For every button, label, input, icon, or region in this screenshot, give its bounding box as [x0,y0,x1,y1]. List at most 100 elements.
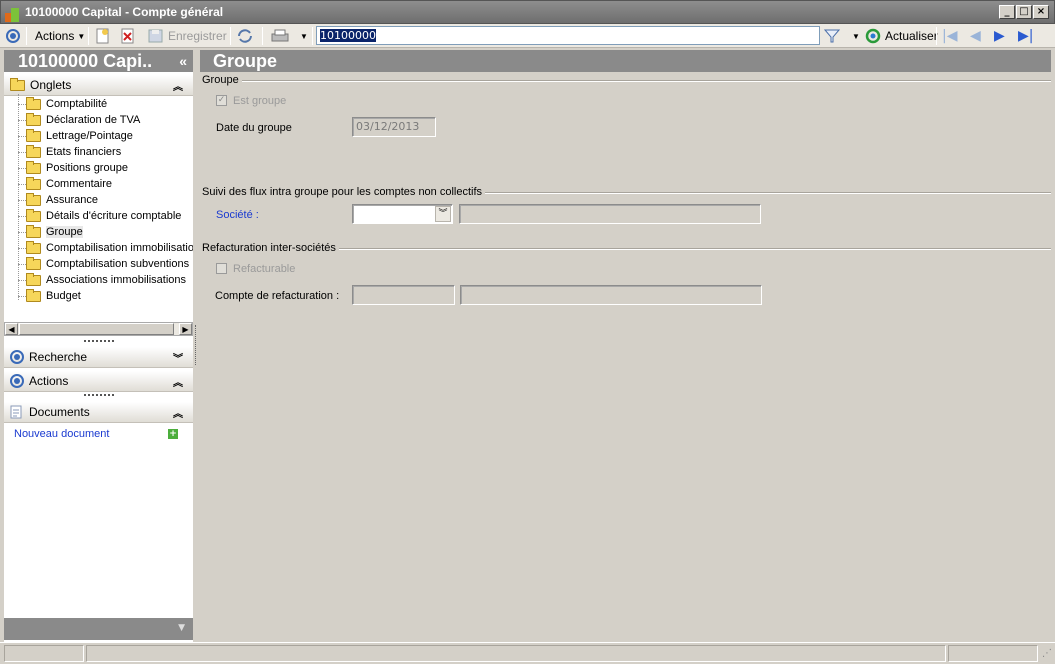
tab-item-label: Positions groupe [46,162,128,174]
add-document-icon[interactable]: + [168,429,178,439]
maximize-button[interactable]: □ [1016,5,1032,19]
collapse-up-icon[interactable]: ︽ [173,374,183,389]
expand-down-icon[interactable]: ︾ [173,350,183,365]
previous-record-icon: ◀ [970,28,981,44]
tree-horizontal-scrollbar[interactable]: ◀ ▶ [4,322,193,336]
company-name-field [459,204,761,224]
tab-item[interactable]: Déclaration de TVA [26,112,140,128]
company-dropdown-button[interactable]: ︾ [435,206,451,222]
window-title: 10100000 Capital - Compte général [25,5,224,19]
actions-menu-label: Actions [35,29,75,43]
search-section-label: Recherche [29,350,88,364]
new-document-link[interactable]: Nouveau document [14,428,109,440]
search-section-icon [10,350,24,365]
print-button[interactable]: ▼ [270,27,308,45]
close-button[interactable]: × [1033,5,1049,19]
delete-icon [121,28,134,44]
refact-account-name-field [460,285,762,305]
tab-item-label: Groupe [46,226,83,238]
save-button[interactable]: Enregistrer [148,27,227,45]
previous-record-button[interactable]: ◀ [970,28,981,44]
vertical-splitter[interactable] [195,325,196,365]
search-section-header[interactable]: Recherche ︾ [4,346,193,368]
filter-dropdown-icon[interactable]: ▼ [852,32,860,41]
first-record-button[interactable]: |◀ [942,28,957,44]
tab-item[interactable]: Comptabilisation immobilisations [26,240,193,256]
tab-item-label: Budget [46,290,81,302]
folder-icon [26,256,41,270]
status-cell [948,645,1038,662]
filter-button[interactable]: ▼ [824,27,860,45]
delete-button[interactable] [121,27,135,45]
tabs-section-header[interactable]: Onglets ︽ [4,74,193,96]
minimize-button[interactable]: _ [999,5,1015,19]
actions-menu-button[interactable]: Actions ▼ [35,27,85,45]
splitter-grip[interactable] [84,394,114,397]
double-chevron-down-icon: ︾ [438,209,448,219]
scroll-left-icon[interactable]: ◀ [5,323,18,335]
first-record-icon: |◀ [942,28,958,44]
tab-item[interactable]: Associations immobilisations [26,272,186,288]
tab-item[interactable]: Groupe [26,224,83,240]
collapse-up-icon[interactable]: ︽ [173,405,183,420]
tab-item[interactable]: Comptabilité [26,96,107,112]
window-titlebar: 10100000 Capital - Compte général _ □ × [0,0,1055,24]
tabs-section-label: Onglets [30,78,72,92]
splitter-grip[interactable] [84,340,114,343]
collapse-up-icon[interactable]: ︽ [173,78,183,93]
documents-section-header[interactable]: Documents ︽ [4,401,193,423]
last-record-button[interactable]: ▶| [1018,28,1033,44]
tab-item[interactable]: Détails d'écriture comptable [26,208,181,224]
tab-item-label: Déclaration de TVA [46,114,141,126]
save-label: Enregistrer [168,29,227,43]
chevron-down-icon[interactable]: ▼ [178,623,185,633]
documents-section-label: Documents [29,405,90,419]
scroll-thumb[interactable] [19,323,174,335]
actions-section-header[interactable]: Actions ︽ [4,370,193,392]
main-panel: Groupe Groupe ✓ Est groupe Date du group… [200,50,1051,642]
folder-icon [10,77,25,91]
filter-icon [824,29,840,43]
company-label: Société : [216,209,259,221]
intra-section-title: Suivi des flux intra groupe pour les com… [202,186,486,198]
tabs-tree: Comptabilité Déclaration de TVA Lettrage/P… [4,94,193,320]
resize-grip-icon[interactable]: ⋰ [1042,648,1052,659]
new-document-icon [96,28,109,44]
status-cell [4,645,84,662]
tab-item[interactable]: Commentaire [26,176,112,192]
refresh-button[interactable]: Actualiser [865,27,938,45]
sync-button[interactable] [236,27,254,45]
tab-item[interactable]: Etats financiers [26,144,121,160]
record-search-input[interactable]: 10100000 [316,26,820,45]
next-record-button[interactable]: ▶ [994,28,1005,44]
refact-account-label: Compte de refacturation : [215,290,340,302]
tab-item[interactable]: Lettrage/Pointage [26,128,133,144]
refacturable-checkbox[interactable] [216,263,227,274]
new-record-button[interactable] [96,27,110,45]
scroll-right-icon[interactable]: ▶ [179,323,192,335]
is-group-label: Est groupe [233,95,287,107]
folder-icon [26,240,41,254]
print-dropdown-icon[interactable]: ▼ [300,32,308,41]
tab-item-label: Comptabilisation subventions [46,258,190,270]
status-bar: ⋰ [0,642,1055,664]
folder-icon [26,144,41,158]
app-menu-icon[interactable] [6,27,20,45]
actions-section-icon [10,374,24,389]
collapse-sidebar-icon[interactable]: « [179,50,187,72]
save-icon [148,29,163,43]
is-group-checkbox[interactable]: ✓ [216,95,227,106]
tab-item[interactable]: Budget [26,288,81,304]
tab-item-label: Associations immobilisations [46,274,186,286]
tab-item[interactable]: Comptabilisation subventions [26,256,189,272]
refact-account-field[interactable] [352,285,455,305]
sidebar-footer: ▼ [4,618,193,640]
group-section-divider [240,80,1051,82]
tab-item-label: Comptabilisation immobilisations [46,242,193,254]
tab-item[interactable]: Assurance [26,192,98,208]
printer-icon [271,29,289,42]
tab-item[interactable]: Positions groupe [26,160,128,176]
folder-icon [26,288,41,302]
open-folder-icon [26,224,41,238]
group-date-field[interactable]: 03/12/2013 [352,117,436,137]
